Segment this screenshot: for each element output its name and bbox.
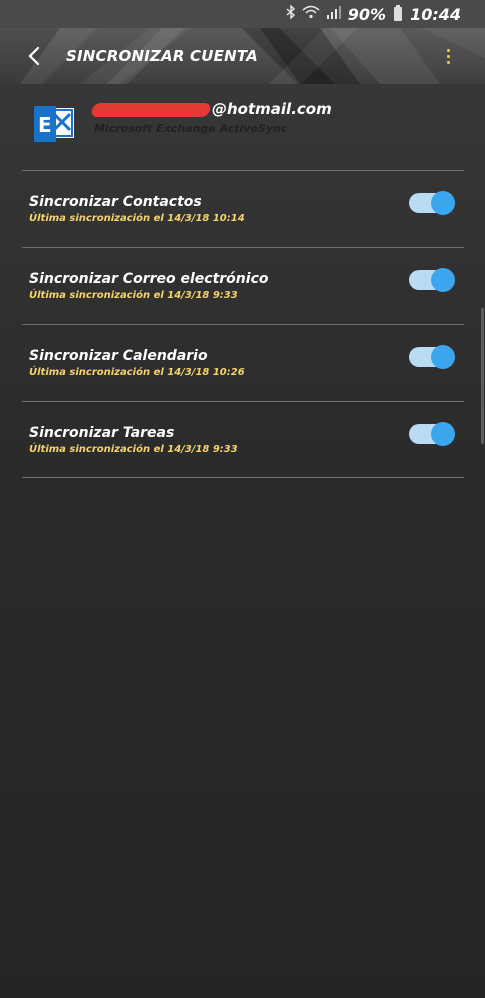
account-email: @hotmail.com <box>90 100 332 118</box>
sync-row-last-sync: Última sincronización el 14/3/18 9:33 <box>29 290 238 301</box>
signal-icon <box>326 5 342 23</box>
clock: 10:44 <box>410 4 461 24</box>
sync-row-calendar[interactable]: Sincronizar Calendario Última sincroniza… <box>0 345 485 424</box>
divider <box>22 324 464 325</box>
sync-row-title: Sincronizar Correo electrónico <box>29 271 269 287</box>
back-button[interactable] <box>22 44 46 68</box>
battery-percent: 90% <box>347 4 387 24</box>
wifi-icon <box>302 5 320 23</box>
sync-row-last-sync: Última sincronización el 14/3/18 10:26 <box>29 367 245 378</box>
divider <box>22 247 464 248</box>
sync-email-toggle[interactable] <box>409 268 455 292</box>
sync-row-last-sync: Última sincronización el 14/3/18 10:14 <box>29 213 245 224</box>
sync-row-contacts[interactable]: Sincronizar Contactos Última sincronizac… <box>0 191 485 270</box>
battery-icon <box>394 5 403 21</box>
sync-row-last-sync: Última sincronización el 14/3/18 9:33 <box>29 444 238 455</box>
bluetooth-icon <box>286 4 296 23</box>
sync-row-tasks[interactable]: Sincronizar Tareas Última sincronización… <box>0 422 485 501</box>
more-vert-icon <box>446 49 450 52</box>
account-type: Microsoft Exchange ActiveSync <box>94 122 288 135</box>
sync-calendar-toggle[interactable] <box>409 345 455 369</box>
exchange-icon: E <box>34 106 74 142</box>
sync-contacts-toggle[interactable] <box>409 191 455 215</box>
divider <box>22 170 464 171</box>
divider <box>22 401 464 402</box>
redacted-email-prefix <box>90 102 212 117</box>
sync-row-title: Sincronizar Calendario <box>29 348 208 364</box>
back-arrow-icon <box>28 46 40 66</box>
page-title: SINCRONIZAR CUENTA <box>66 47 258 65</box>
divider <box>22 477 464 478</box>
more-options-button[interactable] <box>440 46 456 68</box>
svg-text:E: E <box>38 113 52 137</box>
status-bar: 90% 10:44 <box>0 0 485 28</box>
scrollbar[interactable] <box>481 308 484 444</box>
sync-row-title: Sincronizar Contactos <box>29 194 202 210</box>
sync-row-email[interactable]: Sincronizar Correo electrónico Última si… <box>0 268 485 347</box>
sync-row-title: Sincronizar Tareas <box>29 425 175 441</box>
account-header: E @hotmail.com Microsoft Exchange Active… <box>34 100 464 160</box>
sync-tasks-toggle[interactable] <box>409 422 455 446</box>
app-bar: SINCRONIZAR CUENTA <box>0 28 485 84</box>
